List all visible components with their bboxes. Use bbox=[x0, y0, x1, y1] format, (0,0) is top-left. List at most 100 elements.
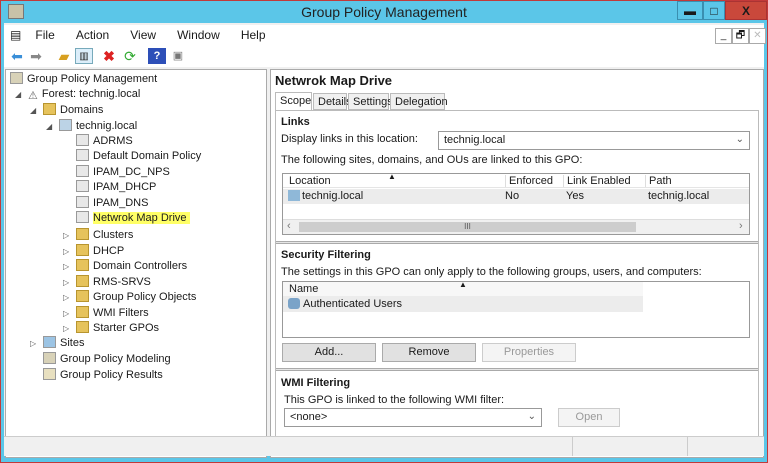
tree-label: WMI Filters bbox=[93, 306, 149, 319]
menu-window[interactable]: Window bbox=[168, 25, 229, 45]
remove-button[interactable]: Remove bbox=[382, 343, 476, 362]
tree-item-root[interactable]: Group Policy Management bbox=[10, 72, 157, 87]
tree-item-gpo-link[interactable]: ADRMS bbox=[76, 134, 133, 149]
gpo-link-icon bbox=[76, 195, 89, 208]
tree-item-gpo-link[interactable]: IPAM_DNS bbox=[76, 195, 148, 211]
collapsed-icon[interactable]: ▷ bbox=[63, 228, 69, 243]
minimize-button[interactable]: ▬ bbox=[677, 1, 703, 20]
cell-location: technig.local bbox=[302, 190, 364, 202]
table-row[interactable]: technig.local No Yes technig.local bbox=[283, 189, 749, 204]
tree-label: IPAM_DC_NPS bbox=[93, 165, 170, 178]
links-list[interactable]: Location ▲ Enforced Link Enabled Path te… bbox=[282, 172, 750, 235]
linked-label: The following sites, domains, and OUs ar… bbox=[281, 154, 583, 166]
gpo-link-icon bbox=[76, 180, 89, 193]
tree-item-ou[interactable]: ▷ Clusters bbox=[63, 228, 134, 243]
tree-item-forest[interactable]: ◢ ⚠ Forest: technig.local bbox=[15, 87, 141, 102]
menu-help[interactable]: Help bbox=[232, 25, 275, 45]
tab-scope[interactable]: Scope bbox=[275, 92, 312, 111]
gpo-link-icon bbox=[76, 164, 89, 177]
expanded-icon[interactable]: ◢ bbox=[46, 119, 52, 134]
tree-label: Forest: technig.local bbox=[41, 88, 141, 100]
menu-action[interactable]: Action bbox=[67, 25, 118, 45]
menu-file[interactable]: File bbox=[26, 25, 63, 45]
display-links-combo[interactable]: technig.local ⌄ bbox=[438, 131, 750, 150]
tree-label: RMS-SRVS bbox=[93, 275, 151, 288]
back-icon[interactable]: ⬅ bbox=[8, 48, 26, 64]
wmi-filter-combo[interactable]: <none> ⌄ bbox=[284, 408, 542, 427]
close-button[interactable]: X bbox=[725, 1, 767, 20]
collapsed-icon[interactable]: ▷ bbox=[63, 259, 69, 274]
col-location[interactable]: Location bbox=[289, 175, 331, 187]
forest-icon: ⚠ bbox=[28, 90, 38, 102]
help-icon[interactable]: ? bbox=[148, 48, 166, 64]
col-enforced[interactable]: Enforced bbox=[505, 175, 553, 187]
tab-settings[interactable]: Settings bbox=[348, 93, 393, 110]
child-minimize-button[interactable]: _ bbox=[715, 28, 732, 44]
scroll-thumb[interactable]: III bbox=[299, 222, 636, 232]
tree-item-gpo-link[interactable]: IPAM_DC_NPS bbox=[76, 164, 170, 180]
child-close-button[interactable]: ✕ bbox=[749, 28, 766, 44]
add-button[interactable]: Add... bbox=[282, 343, 376, 362]
expanded-icon[interactable]: ◢ bbox=[30, 103, 36, 118]
col-link-enabled[interactable]: Link Enabled bbox=[563, 175, 631, 187]
tree-item-gpo-link[interactable]: Netwrok Map Drive bbox=[76, 211, 190, 226]
scroll-right-icon[interactable]: › bbox=[739, 220, 743, 232]
folder-icon bbox=[76, 274, 89, 287]
tree-item-gpo-link[interactable]: IPAM_DHCP bbox=[76, 180, 156, 195]
tree-item-modeling[interactable]: Group Policy Modeling bbox=[43, 352, 171, 367]
tree-label: Sites bbox=[60, 337, 85, 349]
section-divider[interactable] bbox=[276, 368, 758, 371]
collapsed-icon[interactable]: ▷ bbox=[63, 306, 69, 321]
expanded-icon[interactable]: ◢ bbox=[15, 87, 21, 102]
tree-label: Group Policy Results bbox=[60, 369, 163, 381]
menu-view[interactable]: View bbox=[121, 25, 165, 45]
gpo-link-icon bbox=[76, 211, 89, 223]
collapsed-icon[interactable]: ▷ bbox=[63, 321, 69, 336]
security-desc: The settings in this GPO can only apply … bbox=[281, 266, 702, 278]
delete-icon[interactable]: ✖ bbox=[100, 48, 118, 64]
tree-item-sites[interactable]: ▷ Sites bbox=[30, 336, 85, 351]
tab-details[interactable]: Details bbox=[313, 93, 352, 110]
tree-item-ou[interactable]: ▷ WMI Filters bbox=[63, 305, 149, 321]
collapsed-icon[interactable]: ▷ bbox=[63, 275, 69, 290]
tree-item-ou[interactable]: ▷ RMS-SRVS bbox=[63, 274, 151, 290]
tree-item-ou[interactable]: ▷ Domain Controllers bbox=[63, 259, 187, 274]
status-bar bbox=[4, 436, 764, 456]
col-name[interactable]: Name bbox=[289, 283, 318, 295]
details-pane: Netwrok Map Drive Scope Details Settings… bbox=[270, 69, 764, 458]
console-icon[interactable]: ▤ bbox=[4, 25, 23, 45]
table-row[interactable]: Authenticated Users bbox=[283, 296, 643, 312]
maximize-button[interactable]: □ bbox=[703, 1, 725, 20]
collapsed-icon[interactable]: ▷ bbox=[63, 244, 69, 259]
open-button[interactable]: Open bbox=[558, 408, 620, 427]
up-folder-icon[interactable]: ▰ bbox=[55, 48, 73, 64]
folder-icon bbox=[76, 228, 89, 240]
col-path[interactable]: Path bbox=[645, 175, 672, 187]
tree-label: Group Policy Modeling bbox=[60, 353, 171, 365]
section-divider[interactable] bbox=[276, 241, 758, 244]
tree-label: ADRMS bbox=[93, 135, 133, 147]
tree-item-ou[interactable]: ▷ DHCP bbox=[63, 243, 124, 259]
links-heading: Links bbox=[281, 116, 310, 128]
tree-item-domain[interactable]: ◢ technig.local bbox=[46, 119, 137, 134]
show-hide-tree-icon[interactable]: ▥ bbox=[75, 48, 93, 64]
tree-item-domains[interactable]: ◢ Domains bbox=[30, 103, 103, 118]
action-pane-icon[interactable]: ▣ bbox=[169, 48, 187, 64]
tree-item-results[interactable]: Group Policy Results bbox=[43, 368, 163, 383]
child-restore-button[interactable]: 🗗 bbox=[732, 28, 749, 44]
horizontal-scrollbar[interactable]: ‹ III › bbox=[283, 219, 749, 234]
refresh-icon[interactable]: ⟳ bbox=[121, 48, 139, 64]
tree-label: Group Policy Management bbox=[27, 73, 158, 85]
tree-item-ou[interactable]: ▷ Group Policy Objects bbox=[63, 290, 196, 305]
collapsed-icon[interactable]: ▷ bbox=[30, 336, 36, 351]
forward-icon[interactable]: ➡ bbox=[27, 48, 45, 64]
properties-button[interactable]: Properties bbox=[482, 343, 576, 362]
tree-item-ou[interactable]: ▷ Starter GPOs bbox=[63, 321, 159, 336]
tree-item-gpo-link[interactable]: Default Domain Policy bbox=[76, 149, 201, 164]
scroll-left-icon[interactable]: ‹ bbox=[287, 220, 291, 232]
tab-delegation[interactable]: Delegation bbox=[390, 93, 448, 110]
collapsed-icon[interactable]: ▷ bbox=[63, 290, 69, 305]
tree-label: Clusters bbox=[93, 229, 134, 241]
security-list[interactable]: Name ▲ Authenticated Users bbox=[282, 280, 750, 338]
gpo-title: Netwrok Map Drive bbox=[275, 73, 393, 88]
